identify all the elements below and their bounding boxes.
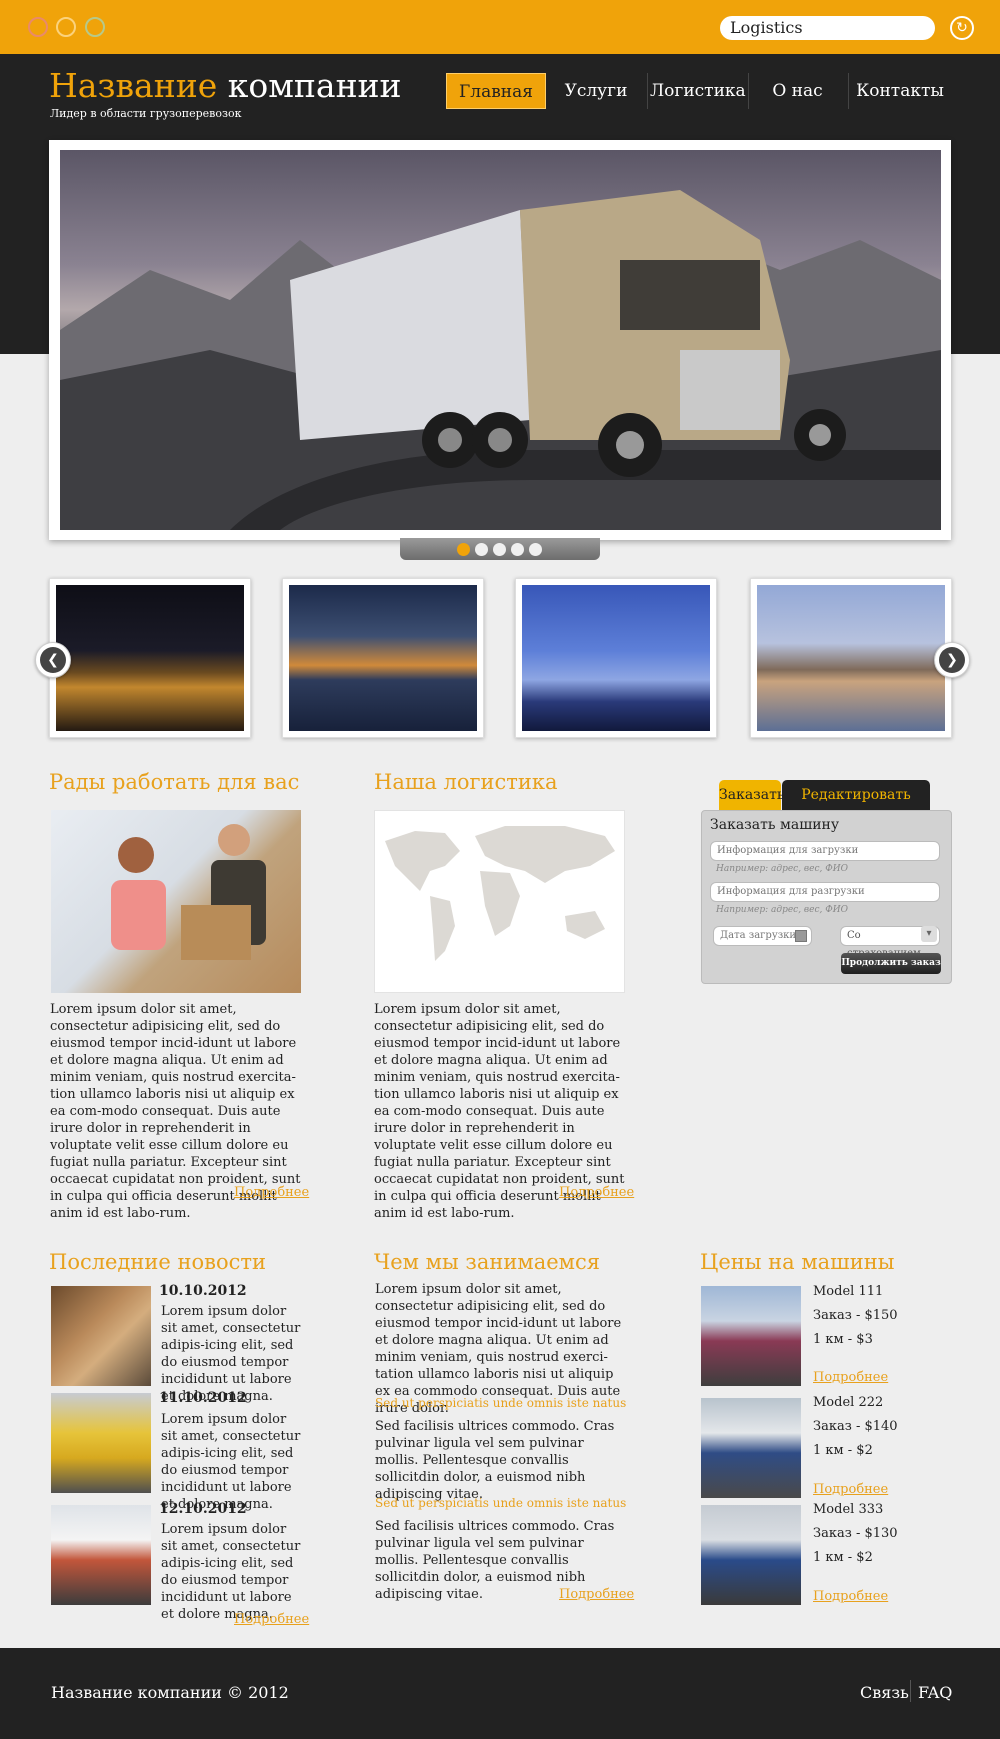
- gallery-prev-button[interactable]: ❮: [35, 642, 71, 678]
- prices-title: Цены на машины: [700, 1250, 895, 1274]
- nav-item-home[interactable]: Главная: [446, 73, 546, 109]
- news-title: Последние новости: [49, 1250, 266, 1274]
- city-night-photo: [56, 585, 244, 731]
- footer-link-contact[interactable]: Связь: [860, 1683, 909, 1702]
- slider-pager: [400, 538, 600, 560]
- news-date: 10.10.2012: [159, 1283, 247, 1299]
- section1-more-link[interactable]: Подробнее: [234, 1185, 309, 1200]
- footer-divider: [910, 1680, 911, 1702]
- chevron-right-icon: ❯: [939, 647, 965, 673]
- model-order-price: Заказ - $150: [813, 1308, 898, 1323]
- skyline-photo: [757, 585, 945, 731]
- section2-more-link[interactable]: Подробнее: [559, 1185, 634, 1200]
- world-map: [374, 810, 625, 993]
- chevron-left-icon: ❮: [40, 647, 66, 673]
- about-text: Sed facilisis ultrices commodo. Cras pul…: [375, 1419, 615, 1502]
- yellow-truck-photo: [51, 1393, 151, 1493]
- section-title-logistics: Наша логистика: [374, 770, 558, 794]
- slider-dot[interactable]: [511, 543, 524, 556]
- truck-scene-illustration: [60, 190, 941, 530]
- about-title: Чем мы занимаемся: [374, 1250, 600, 1274]
- news-text: Lorem ipsum dolor sit amet, consectetur …: [161, 1412, 301, 1512]
- truck-photo: [701, 1505, 801, 1605]
- section-title-work: Рады работать для вас: [49, 770, 300, 794]
- footer-copyright: Название компании © 2012: [51, 1683, 289, 1702]
- gallery-thumb[interactable]: [750, 578, 952, 738]
- continue-order-button[interactable]: Продолжить заказ: [841, 953, 941, 974]
- nav-item-about[interactable]: О нас: [750, 73, 845, 109]
- bridge-photo: [522, 585, 710, 731]
- model-name: Model 222: [813, 1395, 884, 1410]
- load-info-hint: Например: адрес, вес, ФИО: [716, 864, 848, 874]
- logo-part1: Название: [49, 66, 218, 105]
- window-dot-icon[interactable]: [85, 17, 105, 37]
- model-km-price: 1 км - $3: [813, 1332, 873, 1347]
- unload-info-hint: Например: адрес, вес, ФИО: [716, 905, 848, 915]
- model-name: Model 333: [813, 1502, 884, 1517]
- nav-divider: [748, 73, 749, 109]
- city-sunset-photo: [289, 585, 477, 731]
- truck-photo: [701, 1286, 801, 1386]
- calendar-icon[interactable]: [795, 930, 807, 942]
- white-truck-photo: [51, 1505, 151, 1605]
- courier-photo: [51, 810, 301, 993]
- about-subtitle: Sed ut perspiciatis unde omnis iste natu…: [375, 1396, 627, 1410]
- search-input[interactable]: Logistics: [720, 16, 935, 40]
- slider-image: [60, 150, 941, 530]
- load-info-field[interactable]: Информация для загрузки: [710, 841, 940, 861]
- model-name: Model 111: [813, 1284, 884, 1299]
- news-more-link[interactable]: Подробнее: [234, 1612, 309, 1627]
- nav-item-logistics[interactable]: Логистика: [650, 73, 746, 109]
- footer-link-faq[interactable]: FAQ: [918, 1683, 952, 1702]
- gallery-thumb[interactable]: [282, 578, 484, 738]
- tagline: Лидер в области грузоперевозок: [50, 107, 242, 120]
- news-text: Lorem ipsum dolor sit amet, consectetur …: [161, 1522, 301, 1622]
- slider-dot[interactable]: [475, 543, 488, 556]
- chevron-down-icon[interactable]: ▾: [921, 926, 937, 942]
- tab-edit-order[interactable]: Редактировать заказ: [782, 780, 930, 833]
- gallery-next-button[interactable]: ❯: [934, 642, 970, 678]
- unload-info-field[interactable]: Информация для разгрузки: [710, 882, 940, 902]
- nav-divider: [647, 73, 648, 109]
- news-date: 12.10.2012: [159, 1501, 247, 1517]
- model-order-price: Заказ - $140: [813, 1419, 898, 1434]
- about-subtitle: Sed ut perspiciatis unde omnis iste natu…: [375, 1496, 627, 1510]
- model-more-link[interactable]: Подробнее: [813, 1482, 888, 1497]
- order-title: Заказать машину: [710, 817, 840, 833]
- nav-divider: [848, 73, 849, 109]
- courier-illustration: [111, 824, 266, 960]
- window-dot-icon[interactable]: [56, 17, 76, 37]
- news-date: 11.10.2012: [159, 1390, 247, 1406]
- truck-photo: [701, 1398, 801, 1498]
- slider-dot[interactable]: [529, 543, 542, 556]
- slider-dot[interactable]: [493, 543, 506, 556]
- window-dot-icon[interactable]: [28, 17, 48, 37]
- world-map-illustration: [385, 826, 615, 961]
- gallery-thumb[interactable]: [49, 578, 251, 738]
- logo[interactable]: Название компании: [49, 66, 402, 106]
- model-more-link[interactable]: Подробнее: [813, 1370, 888, 1385]
- gallery-thumb[interactable]: [515, 578, 717, 738]
- model-km-price: 1 км - $2: [813, 1443, 873, 1458]
- model-km-price: 1 км - $2: [813, 1550, 873, 1565]
- slider-dot-active[interactable]: [457, 543, 470, 556]
- tab-order[interactable]: Заказать: [719, 780, 785, 810]
- logo-part2: компании: [227, 66, 402, 105]
- warehouse-photo: [51, 1286, 151, 1386]
- refresh-icon[interactable]: ↻: [950, 16, 974, 40]
- nav-item-contacts[interactable]: Контакты: [850, 73, 950, 109]
- nav-item-services[interactable]: Услуги: [550, 73, 642, 109]
- model-order-price: Заказ - $130: [813, 1526, 898, 1541]
- about-more-link[interactable]: Подробнее: [559, 1587, 634, 1602]
- model-more-link[interactable]: Подробнее: [813, 1589, 888, 1604]
